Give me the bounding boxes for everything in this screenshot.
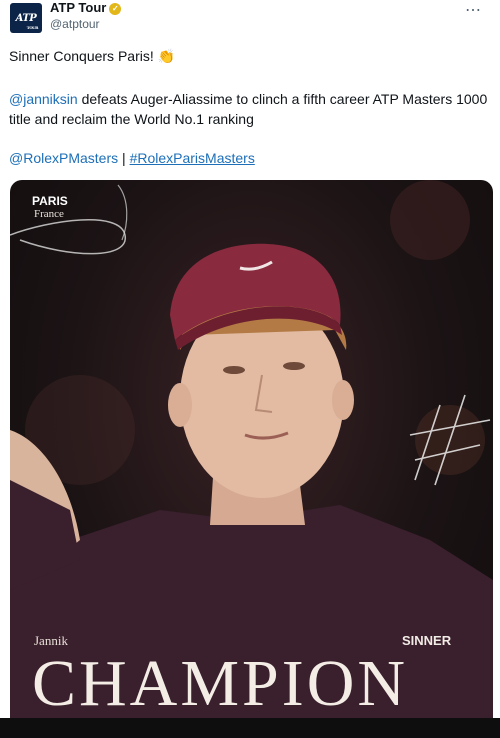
headline-text: Sinner Conquers Paris! xyxy=(9,48,154,64)
author-handle[interactable]: @atptour xyxy=(50,17,100,31)
location-country: France xyxy=(34,208,64,220)
mention-link-rolexpmasters[interactable]: @RolexPMasters xyxy=(9,150,118,166)
more-options-icon[interactable]: ⋯ xyxy=(465,0,482,20)
mention-link[interactable]: @janniksin xyxy=(9,91,78,107)
hashtag-link[interactable]: #RolexParisMasters xyxy=(130,150,255,166)
champion-title: CHAMPION xyxy=(32,647,409,720)
author-name[interactable]: ATP Tour ✓ xyxy=(50,0,122,15)
tag-separator: | xyxy=(118,150,130,166)
post-tags: @RolexPMasters | #RolexParisMasters xyxy=(9,150,255,166)
bottom-bar xyxy=(0,718,500,738)
player-last-name-text: SINNER xyxy=(402,633,452,648)
post-headline: Sinner Conquers Paris! 👏 xyxy=(9,48,175,65)
avatar-logo-text: ATP xyxy=(15,12,37,24)
avatar-logo-subtext: TOUR xyxy=(26,25,39,30)
post-body: @janniksin defeats Auger-Aliassime to cl… xyxy=(9,89,493,129)
location-city: PARIS xyxy=(32,194,68,208)
avatar[interactable]: ATP TOUR xyxy=(10,3,42,33)
post-media-image[interactable]: PARIS France Jannik SINNER CHAMPION xyxy=(10,180,493,720)
verified-badge-icon: ✓ xyxy=(109,2,122,15)
post-body-text: defeats Auger-Aliassime to clinch a fift… xyxy=(9,91,488,127)
player-last-name: SINNER xyxy=(402,633,451,648)
clapping-hands-icon: 👏 xyxy=(157,48,176,64)
author-name-text: ATP Tour xyxy=(50,0,107,15)
